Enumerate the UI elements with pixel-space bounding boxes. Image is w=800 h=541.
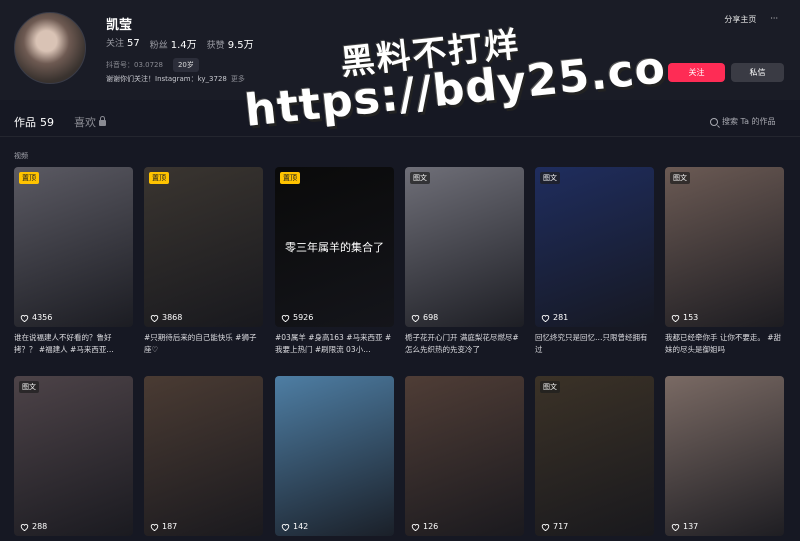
pinned-badge: 置顶 <box>19 172 39 184</box>
pinned-badge: 置顶 <box>280 172 300 184</box>
video-caption[interactable]: 谁在说福建人不好看的？鲁好拷？？ #福建人 #马来西亚… <box>14 332 133 358</box>
heart-icon <box>150 314 159 322</box>
video-thumbnail[interactable]: 126 <box>405 376 524 536</box>
video-card[interactable]: 126 <box>405 376 524 536</box>
like-count: 4356 <box>20 313 52 322</box>
profile-stats: 关注 57 粉丝 1.4万 获赞 9.5万 <box>106 36 254 51</box>
age-badge: 20岁 <box>172 58 199 72</box>
video-card[interactable]: 图文 717 <box>535 376 654 536</box>
video-caption[interactable]: #03属羊 #身高163 #马来西亚 #我要上热门 #刷限流 03小… <box>275 332 394 358</box>
heart-icon <box>671 314 680 322</box>
photo-post-badge: 图文 <box>19 381 39 393</box>
like-count: 5926 <box>281 313 313 322</box>
heart-icon <box>411 314 420 322</box>
video-thumbnail[interactable]: 图文 288 <box>14 376 133 536</box>
thumbnail-overlay-text: 零三年属羊的集合了 <box>285 241 384 254</box>
share-profile-link[interactable]: 分享主页 <box>724 14 756 25</box>
video-thumbnail[interactable]: 零三年属羊的集合了 置顶 5926 <box>275 167 394 327</box>
video-caption[interactable]: 回忆终究只是回忆…只限曾经拥有过 <box>535 332 654 358</box>
top-actions: 分享主页 ··· <box>724 14 778 25</box>
video-card[interactable]: 187 <box>144 376 263 536</box>
avatar[interactable] <box>14 12 86 84</box>
douyin-id: 抖音号：03.0728 <box>106 61 163 69</box>
video-card[interactable]: 图文 698 栀子花开心门开 满庭梨花尽燃尽#怎么先织热的先变冷了 <box>405 167 524 358</box>
profile-meta: 抖音号：03.0728 20岁 <box>106 58 199 72</box>
video-card[interactable]: 零三年属羊的集合了 置顶 5926 #03属羊 #身高163 #马来西亚 #我要上热门… <box>275 167 394 358</box>
profile-name: 凯莹 <box>106 18 133 33</box>
follow-button[interactable]: 关注 <box>668 63 725 82</box>
like-count: 126 <box>411 522 438 531</box>
photo-post-badge: 图文 <box>540 172 560 184</box>
heart-icon <box>150 523 159 531</box>
like-count: 288 <box>20 522 47 531</box>
followers-stat[interactable]: 粉丝 1.4万 <box>150 36 197 51</box>
like-count: 142 <box>281 522 308 531</box>
photo-post-badge: 图文 <box>540 381 560 393</box>
more-options-icon[interactable]: ··· <box>770 14 778 25</box>
like-count: 137 <box>671 522 698 531</box>
video-card[interactable]: 置顶 4356 谁在说福建人不好看的？鲁好拷？？ #福建人 #马来西亚… <box>14 167 133 358</box>
video-card[interactable]: 置顶 3868 #只期待后来的自己能快乐 #狮子座♡ <box>144 167 263 358</box>
pinned-badge: 置顶 <box>149 172 169 184</box>
video-card[interactable]: 142 <box>275 376 394 536</box>
video-card[interactable]: 137 <box>665 376 784 536</box>
video-card[interactable]: 图文 153 我都已经牵你手 让你不要走。 #甜妹的尽头是御姐吗 <box>665 167 784 358</box>
like-count: 717 <box>541 522 568 531</box>
section-label: 视频 <box>14 152 28 160</box>
like-count: 3868 <box>150 313 182 322</box>
profile-tabs: 作品 59 喜欢 <box>14 114 106 130</box>
video-thumbnail[interactable]: 图文 281 <box>535 167 654 327</box>
lock-icon <box>99 116 106 126</box>
video-card[interactable]: 图文 281 回忆终究只是回忆…只限曾经拥有过 <box>535 167 654 358</box>
likes-stat: 获赞 9.5万 <box>206 40 254 51</box>
tab-likes[interactable]: 喜欢 <box>74 114 106 130</box>
divider <box>0 136 800 137</box>
video-card[interactable]: 图文 288 <box>14 376 133 536</box>
heart-icon <box>541 314 550 322</box>
following-stat[interactable]: 关注 57 <box>106 36 140 51</box>
heart-icon <box>541 523 550 531</box>
like-count: 281 <box>541 313 568 322</box>
heart-icon <box>411 523 420 531</box>
photo-post-badge: 图文 <box>670 172 690 184</box>
search-icon <box>710 117 718 126</box>
bio-more-link[interactable]: 更多 <box>231 75 245 83</box>
video-thumbnail[interactable]: 图文 717 <box>535 376 654 536</box>
heart-icon <box>671 523 680 531</box>
video-caption[interactable]: #只期待后来的自己能快乐 #狮子座♡ <box>144 332 263 358</box>
video-thumbnail[interactable]: 置顶 3868 <box>144 167 263 327</box>
video-caption[interactable]: 我都已经牵你手 让你不要走。 #甜妹的尽头是御姐吗 <box>665 332 784 358</box>
search-works[interactable]: 搜索 Ta 的作品 <box>710 116 776 127</box>
video-thumbnail[interactable]: 图文 153 <box>665 167 784 327</box>
message-button[interactable]: 私信 <box>731 63 784 82</box>
like-count: 153 <box>671 313 698 322</box>
video-caption[interactable]: 栀子花开心门开 满庭梨花尽燃尽#怎么先织热的先变冷了 <box>405 332 524 358</box>
heart-icon <box>20 523 29 531</box>
profile-bio: 谢谢你们关注！Instagram：ky_3728 更多 <box>106 75 245 83</box>
heart-icon <box>20 314 29 322</box>
video-thumbnail[interactable]: 142 <box>275 376 394 536</box>
tab-works[interactable]: 作品 59 <box>14 114 54 130</box>
like-count: 187 <box>150 522 177 531</box>
video-thumbnail[interactable]: 137 <box>665 376 784 536</box>
heart-icon <box>281 523 290 531</box>
video-thumbnail[interactable]: 置顶 4356 <box>14 167 133 327</box>
video-thumbnail[interactable]: 187 <box>144 376 263 536</box>
photo-post-badge: 图文 <box>410 172 430 184</box>
like-count: 698 <box>411 313 438 322</box>
heart-icon <box>281 314 290 322</box>
video-thumbnail[interactable]: 图文 698 <box>405 167 524 327</box>
